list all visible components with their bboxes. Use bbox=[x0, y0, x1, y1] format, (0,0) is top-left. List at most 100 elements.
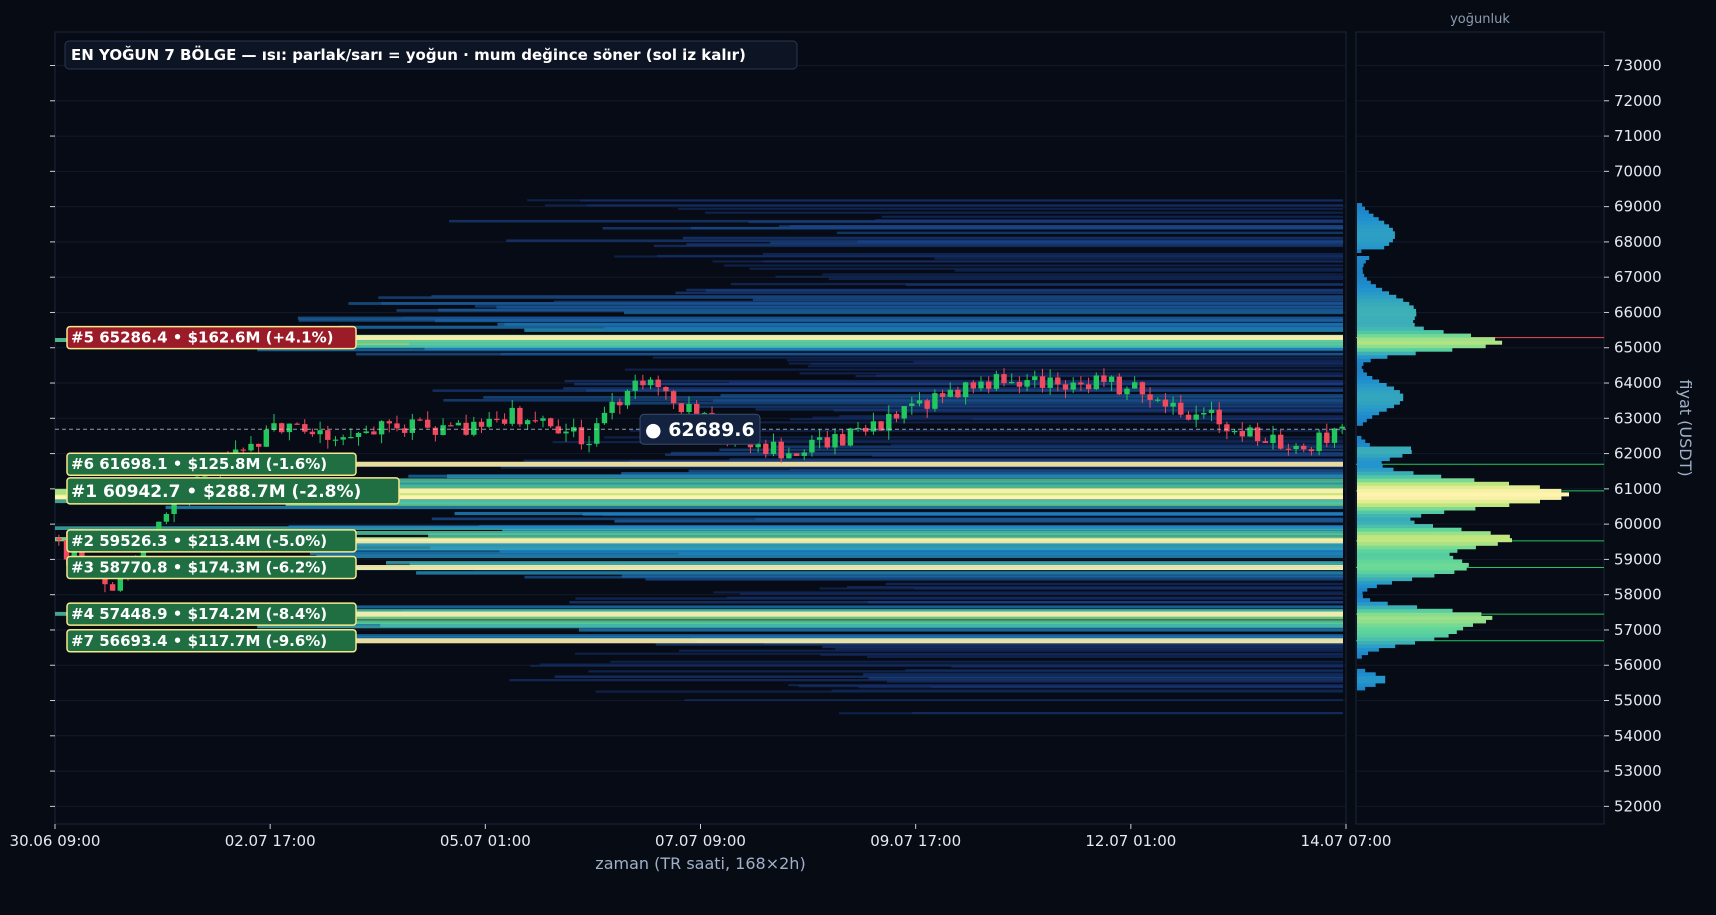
liquidity-line bbox=[502, 528, 1343, 533]
profile-bar bbox=[1357, 439, 1366, 444]
profile-bar bbox=[1357, 280, 1371, 285]
profile-bar bbox=[1357, 548, 1458, 553]
liquidity-line bbox=[836, 231, 1343, 235]
x-tick-label: 12.07 01:00 bbox=[1085, 832, 1176, 850]
y-tick-label: 61000 bbox=[1614, 480, 1662, 498]
liquidity-line bbox=[675, 291, 1343, 295]
x-tick-label: 09.07 17:00 bbox=[870, 832, 961, 850]
liquidity-line bbox=[443, 399, 1343, 402]
y-tick-label: 64000 bbox=[1614, 374, 1662, 392]
y-tick-label: 71000 bbox=[1614, 127, 1662, 145]
liquidity-line bbox=[610, 660, 1343, 663]
profile-bar bbox=[1357, 615, 1493, 620]
profile-bar bbox=[1357, 577, 1413, 582]
profile-bar bbox=[1357, 464, 1383, 469]
y-tick-label: 60000 bbox=[1614, 515, 1662, 533]
liquidity-line bbox=[288, 525, 1344, 529]
candle-body bbox=[1039, 376, 1046, 388]
profile-bar bbox=[1357, 376, 1373, 380]
candle-body bbox=[1324, 432, 1330, 443]
candle-body bbox=[870, 421, 877, 432]
profile-bar bbox=[1357, 308, 1417, 313]
profile-bar bbox=[1357, 545, 1476, 550]
candle-body bbox=[601, 412, 608, 424]
profile-bar bbox=[1357, 330, 1444, 335]
candle-body bbox=[793, 453, 800, 456]
profile-bar bbox=[1357, 259, 1366, 264]
candle-body bbox=[670, 391, 677, 404]
liquidity-line bbox=[474, 305, 1343, 308]
liquidity-line bbox=[857, 240, 1343, 243]
candle-body bbox=[1316, 432, 1322, 452]
candle-body bbox=[1278, 434, 1284, 449]
profile-bar bbox=[1357, 383, 1387, 387]
zone-label: #2 59526.3 • $213.4M (-5.0%) bbox=[71, 532, 327, 550]
liquidity-line bbox=[739, 592, 1343, 595]
liquidity-line bbox=[402, 316, 1343, 320]
liquidity-line bbox=[679, 649, 1343, 652]
candle-body bbox=[563, 431, 569, 434]
profile-bar bbox=[1357, 298, 1404, 303]
candle-body bbox=[371, 431, 377, 435]
profile-bar bbox=[1357, 587, 1368, 592]
candle-body bbox=[609, 401, 615, 413]
candle-body bbox=[647, 379, 654, 386]
candle-body bbox=[279, 423, 285, 433]
profile-bar bbox=[1357, 630, 1457, 634]
candle-body bbox=[109, 584, 116, 591]
candle-body bbox=[517, 407, 523, 425]
profile-bar bbox=[1357, 263, 1364, 268]
candle-body bbox=[117, 578, 123, 591]
candle-body bbox=[970, 382, 976, 389]
profile-bar bbox=[1357, 319, 1414, 324]
profile-bar bbox=[1357, 294, 1397, 299]
profile-bar bbox=[1357, 390, 1400, 395]
candle-body bbox=[1208, 409, 1215, 413]
candle-body bbox=[240, 449, 246, 451]
profile-bar bbox=[1357, 210, 1369, 215]
zone-label: #7 56693.4 • $117.7M (-9.6%) bbox=[71, 632, 327, 650]
profile-bar bbox=[1357, 594, 1363, 599]
candle-body bbox=[1216, 409, 1222, 425]
profile-bar bbox=[1357, 552, 1450, 557]
profile-bar bbox=[1357, 312, 1417, 317]
profile-bar bbox=[1357, 400, 1400, 405]
y-tick-label: 66000 bbox=[1614, 303, 1662, 321]
liquidity-line bbox=[587, 204, 1343, 207]
candle-body bbox=[555, 426, 561, 434]
profile-bar bbox=[1357, 640, 1415, 645]
liquidity-line bbox=[790, 468, 1343, 472]
candle-body bbox=[1224, 424, 1230, 432]
liquidity-line bbox=[431, 295, 1343, 298]
y-tick-label: 67000 bbox=[1614, 268, 1662, 286]
liquidity-line bbox=[867, 655, 1343, 658]
candle-body bbox=[340, 437, 346, 440]
liquidity-line bbox=[720, 394, 1343, 397]
liquidity-line bbox=[749, 267, 1343, 270]
profile-bar bbox=[1357, 213, 1374, 218]
liquidity-line bbox=[578, 628, 1343, 632]
candle-body bbox=[317, 430, 323, 435]
profile-bar bbox=[1357, 471, 1414, 476]
liquidity-line bbox=[705, 211, 1343, 214]
profile-bar bbox=[1357, 287, 1383, 292]
profile-bar bbox=[1357, 358, 1371, 363]
profile-bar bbox=[1357, 538, 1512, 543]
liquidity-line bbox=[881, 215, 1343, 218]
candle-body bbox=[325, 430, 331, 440]
liquidity-line bbox=[301, 634, 1344, 638]
profile-bar bbox=[1357, 478, 1475, 483]
candle-body bbox=[540, 418, 546, 421]
liquidity-line bbox=[763, 260, 1343, 263]
x-tick-label: 02.07 17:00 bbox=[225, 832, 316, 850]
profile-bar bbox=[1357, 633, 1449, 638]
liquidity-line bbox=[682, 236, 1343, 240]
candle-body bbox=[1147, 394, 1153, 400]
profile-bar bbox=[1357, 206, 1365, 211]
y-axis-label: fiyat (USDT) bbox=[1676, 379, 1695, 476]
liquidity-line bbox=[807, 365, 1343, 368]
profile-bar bbox=[1357, 626, 1464, 631]
profile-plot-area bbox=[1355, 31, 1605, 825]
liquidity-line bbox=[891, 443, 1343, 446]
liquidity-line bbox=[730, 282, 1343, 286]
